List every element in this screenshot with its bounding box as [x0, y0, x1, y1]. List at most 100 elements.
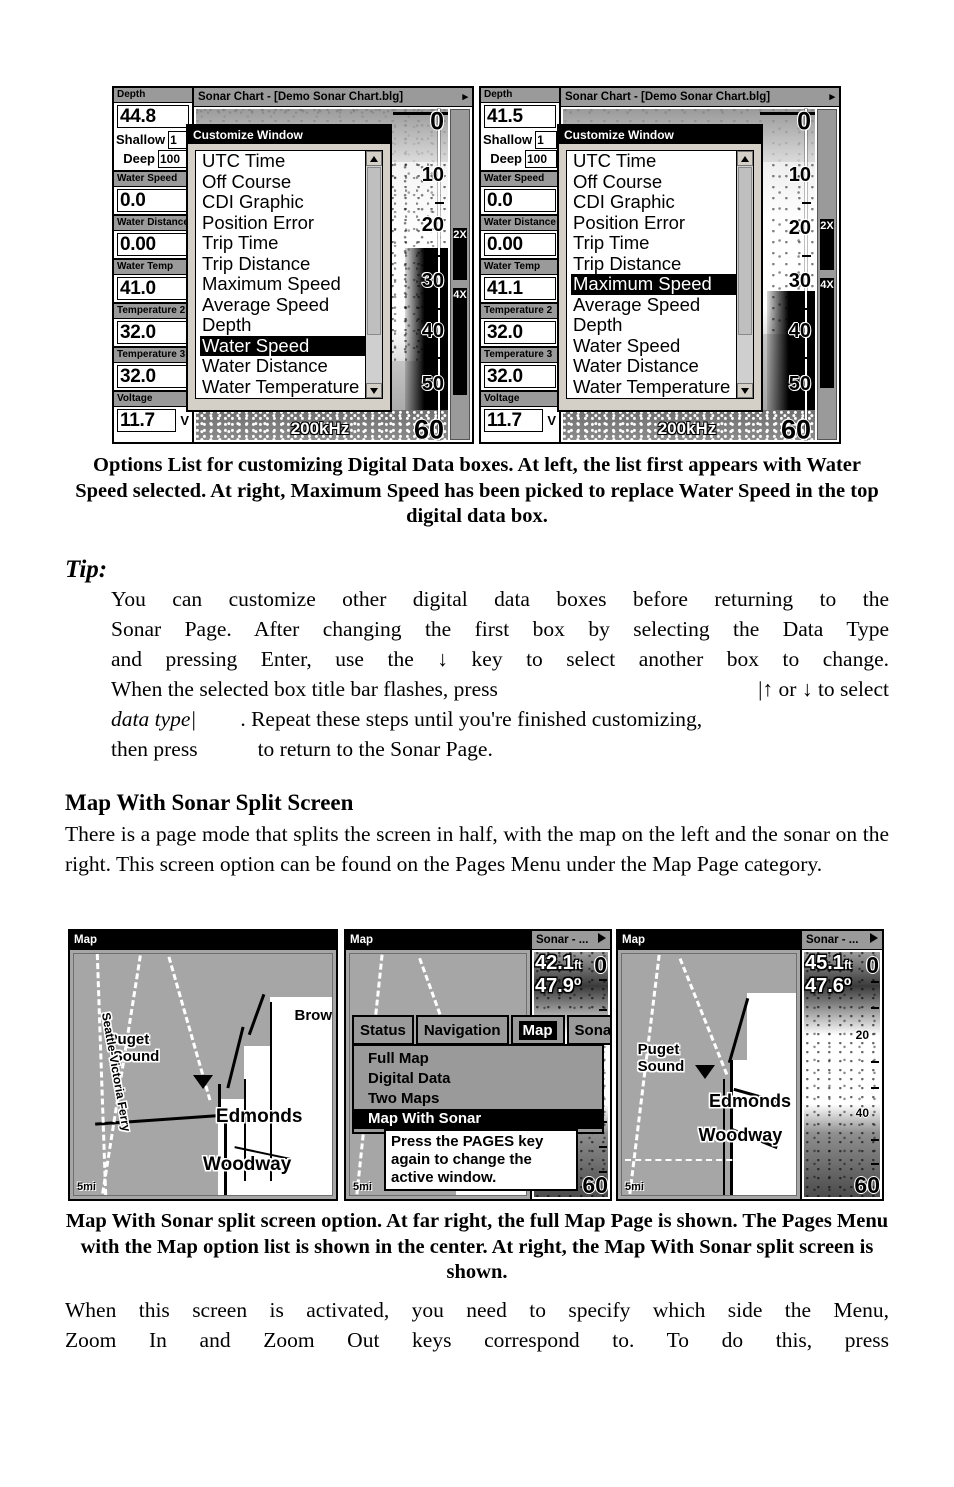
list-item[interactable]: Average Speed: [200, 294, 365, 316]
list-item[interactable]: Water Speed: [571, 335, 736, 357]
customize-window-dialog-right[interactable]: Customize Window UTC Time Off Course CDI…: [557, 124, 763, 412]
data-box-water-temp[interactable]: Water Temp 41.1: [481, 260, 559, 304]
list-item[interactable]: UTC Time: [571, 151, 736, 172]
sonar-frequency-label: 200kHz: [290, 419, 350, 438]
zoom-4x-label: 4X: [820, 278, 834, 291]
list-item[interactable]: Off Course: [200, 171, 365, 193]
options-list-items[interactable]: UTC Time Off Course CDI Graphic Position…: [196, 151, 365, 398]
map-title: Map: [350, 934, 373, 946]
data-box-label: Water Distance: [114, 216, 192, 231]
map-option-list[interactable]: Full Map Digital Data Two Maps Map With …: [352, 1044, 604, 1134]
map-titlebar: Map: [346, 931, 530, 950]
list-item[interactable]: Trip Distance: [571, 253, 736, 275]
list-item[interactable]: Temperature 2: [200, 396, 365, 398]
list-item[interactable]: Water Temperature: [200, 376, 365, 398]
list-item[interactable]: Maximum Speed: [200, 273, 365, 295]
scroll-down-button[interactable]: [366, 383, 382, 398]
data-box-temperature-3[interactable]: Temperature 3 32.0: [114, 348, 192, 392]
data-box-depth[interactable]: Depth 41.5 Shallow 1 Deep 100: [481, 88, 559, 172]
zoom-block-2x[interactable]: 2X: [820, 218, 834, 270]
list-item[interactable]: Position Error: [200, 212, 365, 234]
deep-alarm-row[interactable]: Deep 100: [114, 150, 192, 169]
zoom-bar-right[interactable]: 2X 4X: [817, 109, 837, 440]
map-titlebar: Map: [70, 931, 336, 950]
list-item[interactable]: CDI Graphic: [200, 191, 365, 213]
data-box-water-temp[interactable]: Water Temp 41.0: [114, 260, 192, 304]
list-item[interactable]: Trip Distance: [200, 253, 365, 275]
zoom-block-4x[interactable]: 4X: [453, 287, 467, 395]
scroll-up-button[interactable]: [737, 151, 753, 166]
zoom-block-4x[interactable]: 4X: [820, 277, 834, 389]
tab-map[interactable]: Map: [510, 1015, 565, 1045]
list-item[interactable]: Water Distance: [571, 355, 736, 377]
expand-arrow-icon[interactable]: ▸: [462, 90, 468, 106]
data-box-temperature-2[interactable]: Temperature 2 32.0: [114, 304, 192, 348]
map-with-sonar-split-unit: Map Puget Sound Edmonds Woodway 5mi Sona…: [616, 929, 884, 1201]
tab-navigation[interactable]: Navigation: [415, 1015, 509, 1045]
options-list[interactable]: UTC Time Off Course CDI Graphic Position…: [195, 150, 383, 399]
list-item[interactable]: CDI Graphic: [571, 191, 736, 213]
shallow-alarm-row[interactable]: Shallow 1: [481, 131, 559, 150]
menu-item-digital-data[interactable]: Digital Data: [354, 1069, 602, 1089]
data-box-value: 32.0: [484, 321, 556, 344]
list-item[interactable]: Trip Time: [571, 232, 736, 254]
zoom-block-2x[interactable]: 2X: [453, 228, 467, 280]
data-box-voltage[interactable]: Voltage 11.7 V: [114, 392, 192, 440]
sonar-frequency-label: 200kHz: [657, 419, 717, 438]
tip-line-6a: then press: [111, 737, 198, 761]
sonar-scale-top: 0: [594, 952, 607, 978]
pages-menu-tabs[interactable]: Status Navigation Map Sonar: [352, 1015, 610, 1045]
data-box-water-speed[interactable]: Water Speed 0.0: [481, 172, 559, 216]
menu-item-two-maps[interactable]: Two Maps: [354, 1089, 602, 1109]
scroll-up-button[interactable]: [366, 151, 382, 166]
map-scale-label: 5mi: [77, 1181, 96, 1193]
map-viewport[interactable]: Puget Sound Edmonds Woodway 5mi: [621, 953, 797, 1196]
expand-arrow-icon[interactable]: ▸: [829, 90, 835, 106]
zoom-bar-left[interactable]: 2X 4X: [450, 109, 470, 440]
list-item[interactable]: Water Distance: [200, 355, 365, 377]
list-item-selected[interactable]: Water Speed: [200, 335, 365, 356]
sonar-scale-20: 20: [855, 1028, 869, 1042]
data-box-water-distance[interactable]: Water Distance 0.00: [481, 216, 559, 260]
data-box-depth[interactable]: Depth 44.8 Shallow 1 Deep 100: [114, 88, 192, 172]
list-item[interactable]: Temperature 2: [571, 396, 736, 398]
deep-alarm-row[interactable]: Deep 100: [481, 150, 559, 169]
scrollbar-thumb[interactable]: [738, 167, 752, 335]
data-box-voltage[interactable]: Voltage 11.7 V: [481, 392, 559, 440]
options-scrollbar[interactable]: [365, 151, 382, 398]
list-item[interactable]: Trip Time: [200, 232, 365, 254]
data-box-value: 0.00: [117, 233, 189, 256]
list-item[interactable]: UTC Time: [200, 151, 365, 172]
menu-item-full-map[interactable]: Full Map: [354, 1049, 602, 1069]
tab-sonar[interactable]: Sonar: [566, 1015, 610, 1045]
list-item[interactable]: Depth: [200, 314, 365, 336]
options-list[interactable]: UTC Time Off Course CDI Graphic Position…: [566, 150, 754, 399]
list-item[interactable]: Depth: [571, 314, 736, 336]
data-box-water-speed[interactable]: Water Speed 0.0: [114, 172, 192, 216]
data-box-temperature-3[interactable]: Temperature 3 32.0: [481, 348, 559, 392]
map-canvas[interactable]: Puget Sound Seattle-Victoria Ferry Brow …: [70, 950, 336, 1199]
scroll-down-button[interactable]: [737, 383, 753, 398]
zoom-4x-label: 4X: [453, 288, 467, 301]
expand-arrow-icon[interactable]: [598, 933, 606, 943]
tab-status[interactable]: Status: [352, 1015, 414, 1045]
deep-value[interactable]: 100: [525, 150, 557, 168]
map-viewport[interactable]: Puget Sound Seattle-Victoria Ferry Brow …: [73, 953, 333, 1196]
map-canvas[interactable]: Puget Sound Edmonds Woodway 5mi: [618, 950, 800, 1199]
data-box-temperature-2[interactable]: Temperature 2 32.0: [481, 304, 559, 348]
list-item[interactable]: Off Course: [571, 171, 736, 193]
expand-arrow-icon[interactable]: [870, 933, 878, 943]
customize-window-dialog-left[interactable]: Customize Window UTC Time Off Course CDI…: [186, 124, 392, 412]
shallow-alarm-row[interactable]: Shallow 1: [114, 131, 192, 150]
data-box-label: Temperature 2: [481, 304, 559, 319]
list-item[interactable]: Average Speed: [571, 294, 736, 316]
shallow-value[interactable]: 1: [535, 131, 557, 149]
data-box-water-distance[interactable]: Water Distance 0.00: [114, 216, 192, 260]
list-item[interactable]: Position Error: [571, 212, 736, 234]
menu-item-map-with-sonar[interactable]: Map With Sonar: [354, 1109, 602, 1129]
options-list-items[interactable]: UTC Time Off Course CDI Graphic Position…: [567, 151, 736, 398]
scrollbar-thumb[interactable]: [367, 167, 381, 335]
list-item-selected[interactable]: Maximum Speed: [571, 273, 736, 295]
list-item[interactable]: Water Temperature: [571, 376, 736, 398]
options-scrollbar[interactable]: [736, 151, 753, 398]
